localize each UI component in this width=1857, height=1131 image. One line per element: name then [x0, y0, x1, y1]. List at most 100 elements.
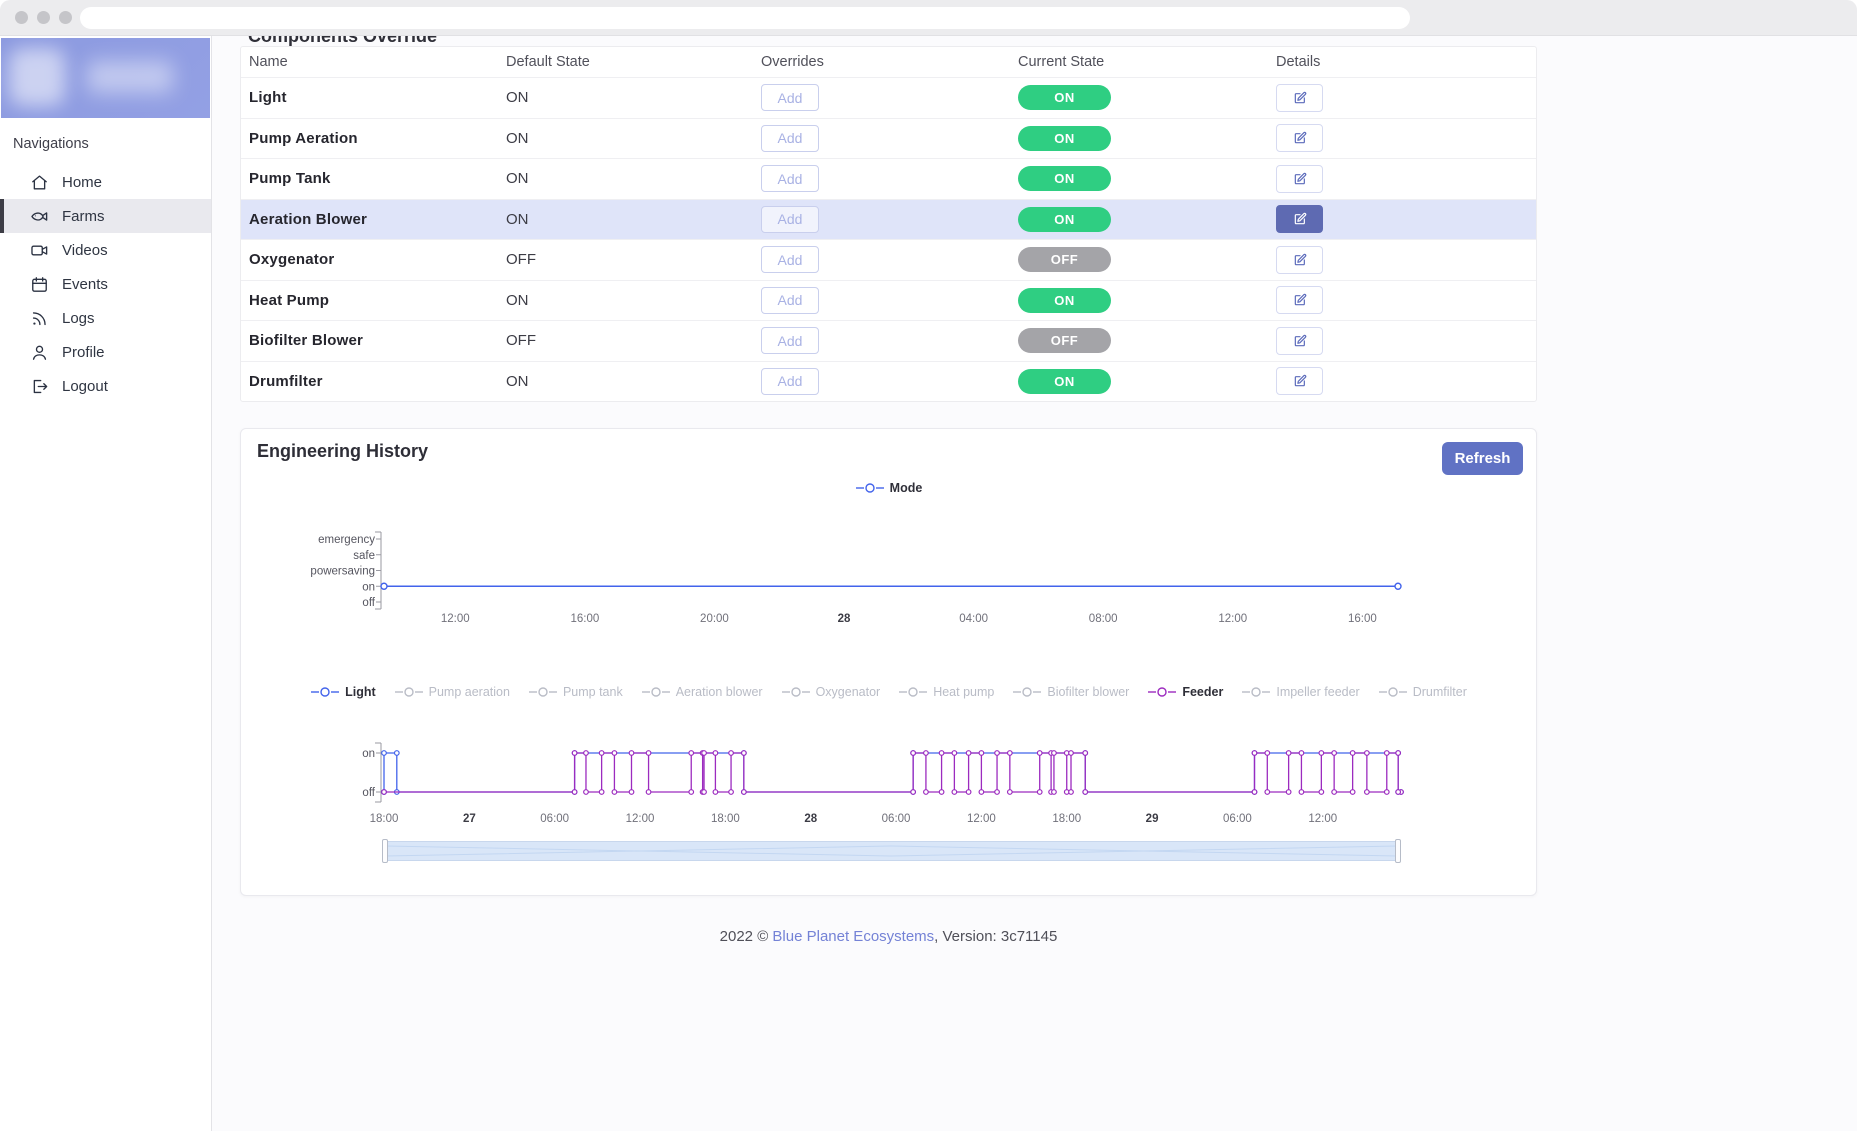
- table-row[interactable]: Pump Aeration ON Add ON: [241, 118, 1536, 159]
- sidebar-item-label: Farms: [62, 208, 105, 225]
- add-override-button[interactable]: Add: [761, 84, 819, 111]
- main-area: Components Override Name Default State O…: [212, 36, 1857, 1131]
- svg-text:12:00: 12:00: [441, 613, 470, 625]
- svg-text:08:00: 08:00: [1089, 613, 1118, 625]
- table-row[interactable]: Aeration Blower ON Add ON: [241, 199, 1536, 240]
- default-state-value: ON: [498, 170, 753, 187]
- sidebar-item-label: Logout: [62, 378, 108, 395]
- svg-text:28: 28: [804, 813, 817, 825]
- edit-icon: [1292, 130, 1308, 146]
- sidebar-item-logs[interactable]: Logs: [0, 301, 211, 335]
- table-header: Name Default State Overrides Current Sta…: [241, 47, 1536, 77]
- add-override-button[interactable]: Add: [761, 125, 819, 152]
- component-name: Heat Pump: [241, 292, 498, 309]
- current-state-badge: ON: [1018, 369, 1111, 394]
- details-edit-button[interactable]: [1276, 246, 1323, 274]
- default-state-value: OFF: [498, 332, 753, 349]
- legend-item[interactable]: Feeder: [1147, 685, 1223, 699]
- legend-marker-icon: [855, 482, 885, 494]
- sidebar-item-videos[interactable]: Videos: [0, 233, 211, 267]
- current-state-badge: ON: [1018, 85, 1111, 110]
- address-bar[interactable]: [80, 7, 1410, 29]
- add-override-button[interactable]: Add: [761, 368, 819, 395]
- col-name: Name: [241, 54, 498, 70]
- edit-icon: [1292, 292, 1308, 308]
- brush-handle-left[interactable]: [382, 839, 388, 863]
- farms-icon: [30, 207, 49, 226]
- legend-marker-icon: [1012, 686, 1042, 698]
- legend-item[interactable]: Heat pump: [898, 685, 994, 699]
- refresh-button[interactable]: Refresh: [1442, 442, 1523, 475]
- svg-text:18:00: 18:00: [1052, 813, 1081, 825]
- default-state-value: ON: [498, 211, 753, 228]
- svg-text:off: off: [362, 787, 375, 799]
- edit-icon: [1292, 211, 1308, 227]
- table-row[interactable]: Biofilter Blower OFF Add OFF: [241, 320, 1536, 361]
- legend-item[interactable]: Biofilter blower: [1012, 685, 1129, 699]
- table-row[interactable]: Drumfilter ON Add ON: [241, 361, 1536, 402]
- component-name: Light: [241, 89, 498, 106]
- legend-item[interactable]: Aeration blower: [641, 685, 763, 699]
- current-state-badge: ON: [1018, 288, 1111, 313]
- details-edit-button[interactable]: [1276, 124, 1323, 152]
- default-state-value: OFF: [498, 251, 753, 268]
- legend-item[interactable]: Mode: [855, 481, 923, 495]
- legend-item[interactable]: Pump aeration: [394, 685, 510, 699]
- legend-item[interactable]: Oxygenator: [781, 685, 881, 699]
- legend-item[interactable]: Impeller feeder: [1241, 685, 1359, 699]
- table-row[interactable]: Pump Tank ON Add ON: [241, 158, 1536, 199]
- svg-text:emergency: emergency: [318, 534, 375, 546]
- details-edit-button[interactable]: [1276, 84, 1323, 112]
- video-icon: [30, 241, 49, 260]
- details-edit-button[interactable]: [1276, 367, 1323, 395]
- sidebar-item-events[interactable]: Events: [0, 267, 211, 301]
- current-state-badge: ON: [1018, 207, 1111, 232]
- profile-icon: [30, 343, 49, 362]
- sidebar-item-logout[interactable]: Logout: [0, 369, 211, 403]
- sidebar-item-home[interactable]: Home: [0, 165, 211, 199]
- table-row[interactable]: Heat Pump ON Add ON: [241, 280, 1536, 321]
- svg-text:27: 27: [463, 813, 476, 825]
- sidebar-item-farms[interactable]: Farms: [0, 199, 211, 233]
- window-minimize-button[interactable]: [37, 11, 50, 24]
- engineering-history-title: Engineering History: [257, 441, 428, 462]
- footer-version: , Version: 3c71145: [934, 928, 1057, 945]
- details-edit-button[interactable]: [1276, 205, 1323, 233]
- svg-text:06:00: 06:00: [540, 813, 569, 825]
- svg-text:12:00: 12:00: [967, 813, 996, 825]
- legend-item[interactable]: Light: [310, 685, 376, 699]
- add-override-button[interactable]: Add: [761, 327, 819, 354]
- legend-item[interactable]: Pump tank: [528, 685, 623, 699]
- footer-copyright: 2022 ©: [720, 928, 769, 945]
- details-edit-button[interactable]: [1276, 286, 1323, 314]
- svg-text:28: 28: [838, 613, 851, 625]
- col-current-state: Current State: [1010, 54, 1268, 70]
- edit-icon: [1292, 252, 1308, 268]
- window-close-button[interactable]: [15, 11, 28, 24]
- table-row[interactable]: Oxygenator OFF Add OFF: [241, 239, 1536, 280]
- col-default-state: Default State: [498, 54, 753, 70]
- svg-text:18:00: 18:00: [711, 813, 740, 825]
- legend-label: Aeration blower: [676, 685, 763, 699]
- legend-item[interactable]: Drumfilter: [1378, 685, 1467, 699]
- sidebar-item-profile[interactable]: Profile: [0, 335, 211, 369]
- add-override-button[interactable]: Add: [761, 246, 819, 273]
- svg-text:powersaving: powersaving: [310, 566, 375, 578]
- component-name: Drumfilter: [241, 373, 498, 390]
- edit-icon: [1292, 90, 1308, 106]
- page-content: Components Override Name Default State O…: [240, 36, 1537, 945]
- details-edit-button[interactable]: [1276, 165, 1323, 193]
- logo-wordmark: [87, 61, 173, 93]
- svg-text:safe: safe: [353, 550, 375, 562]
- add-override-button[interactable]: Add: [761, 206, 819, 233]
- table-row[interactable]: Light ON Add ON: [241, 77, 1536, 118]
- footer-link[interactable]: Blue Planet Ecosystems: [772, 928, 934, 945]
- add-override-button[interactable]: Add: [761, 287, 819, 314]
- chart-range-brush[interactable]: [384, 841, 1399, 861]
- legend-marker-icon: [898, 686, 928, 698]
- add-override-button[interactable]: Add: [761, 165, 819, 192]
- brush-handle-right[interactable]: [1395, 839, 1401, 863]
- details-edit-button[interactable]: [1276, 327, 1323, 355]
- components-override-table: Name Default State Overrides Current Sta…: [240, 46, 1537, 402]
- window-zoom-button[interactable]: [59, 11, 72, 24]
